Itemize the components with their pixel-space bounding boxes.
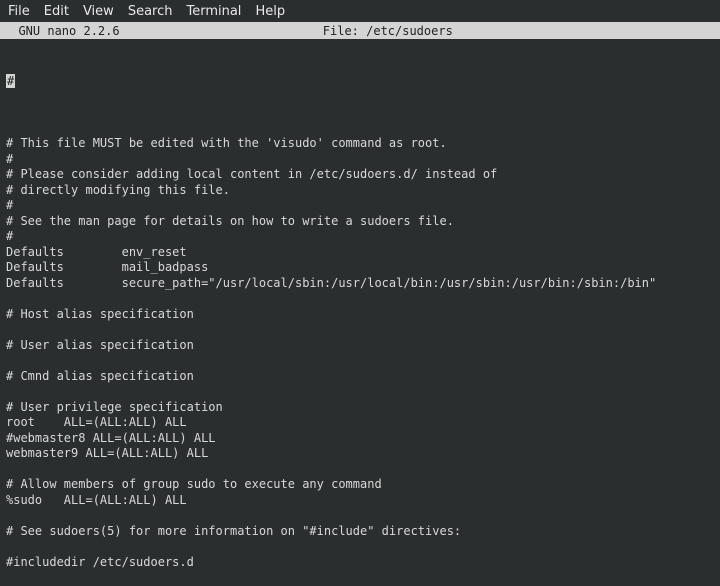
menu-file[interactable]: File xyxy=(8,4,30,19)
editor-line xyxy=(6,353,714,369)
editor-line: # This file MUST be edited with the 'vis… xyxy=(6,136,714,152)
editor-line xyxy=(6,384,714,400)
editor-line: webmaster9 ALL=(ALL:ALL) ALL xyxy=(6,446,714,462)
editor-line: # Allow members of group sudo to execute… xyxy=(6,477,714,493)
editor-line: # xyxy=(6,152,714,168)
editor-line xyxy=(6,539,714,555)
editor-line: # Host alias specification xyxy=(6,307,714,323)
menu-view[interactable]: View xyxy=(83,4,114,19)
menubar: File Edit View Search Terminal Help xyxy=(0,0,720,22)
editor-line: Defaults env_reset xyxy=(6,245,714,261)
editor-line: root ALL=(ALL:ALL) ALL xyxy=(6,415,714,431)
menu-help[interactable]: Help xyxy=(255,4,285,19)
editor-line xyxy=(6,121,714,137)
editor-line: %sudo ALL=(ALL:ALL) ALL xyxy=(6,493,714,509)
editor-line xyxy=(6,508,714,524)
cursor-highlight: # xyxy=(6,74,15,88)
nano-filename: File: /etc/sudoers xyxy=(120,24,656,38)
editor-line: # directly modifying this file. xyxy=(6,183,714,199)
editor-line: #webmaster8 ALL=(ALL:ALL) ALL xyxy=(6,431,714,447)
menu-edit[interactable]: Edit xyxy=(44,4,69,19)
editor-line xyxy=(6,291,714,307)
menu-search[interactable]: Search xyxy=(128,4,173,19)
editor-line: # User privilege specification xyxy=(6,400,714,416)
nano-version: GNU nano 2.2.6 xyxy=(4,24,120,38)
editor-line: # See sudoers(5) for more information on… xyxy=(6,524,714,540)
editor-line: # Please consider adding local content i… xyxy=(6,167,714,183)
menu-terminal[interactable]: Terminal xyxy=(186,4,241,19)
editor-line: Defaults mail_badpass xyxy=(6,260,714,276)
editor-line: # xyxy=(6,74,714,90)
nano-titlebar: GNU nano 2.2.6 File: /etc/sudoers xyxy=(0,22,720,39)
editor-line xyxy=(6,322,714,338)
editor-area[interactable]: # # This file MUST be edited with the 'v… xyxy=(0,39,720,586)
editor-line: # User alias specification xyxy=(6,338,714,354)
editor-line: #includedir /etc/sudoers.d xyxy=(6,555,714,571)
editor-line: # See the man page for details on how to… xyxy=(6,214,714,230)
editor-line: # xyxy=(6,198,714,214)
editor-line: # xyxy=(6,229,714,245)
editor-line xyxy=(6,462,714,478)
editor-line: Defaults secure_path="/usr/local/sbin:/u… xyxy=(6,276,714,292)
editor-line: # Cmnd alias specification xyxy=(6,369,714,385)
